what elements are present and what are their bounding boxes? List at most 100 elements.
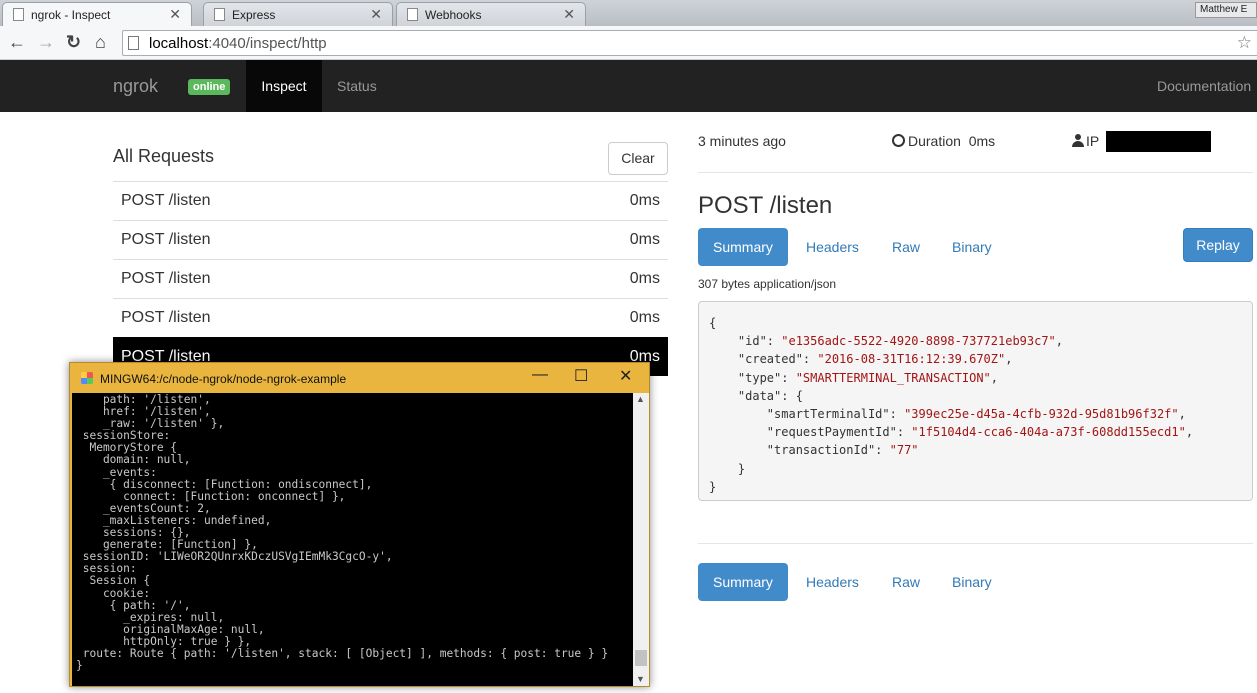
page-icon bbox=[407, 8, 418, 21]
clear-button[interactable]: Clear bbox=[608, 142, 668, 175]
page-icon bbox=[128, 36, 139, 50]
ngrok-navbar: ngrok online Inspect Status Documentatio… bbox=[0, 60, 1257, 112]
request-body-json: { "id": "e1356adc-5522-4920-8898-737721e… bbox=[698, 301, 1253, 501]
terminal-line: { disconnect: [Function: ondisconnect], bbox=[76, 477, 373, 491]
page-icon bbox=[214, 8, 225, 21]
request-method-path: POST /listen bbox=[121, 231, 211, 248]
maximize-icon[interactable]: ☐ bbox=[574, 366, 588, 386]
terminal-line: Session { bbox=[76, 574, 151, 588]
duration-info: Duration 0ms bbox=[892, 133, 995, 149]
close-icon[interactable]: ✕ bbox=[370, 6, 382, 23]
tab-summary[interactable]: Summary bbox=[698, 563, 788, 601]
tab-title: ngrok - Inspect bbox=[31, 8, 111, 22]
replay-button[interactable]: Replay bbox=[1183, 228, 1253, 262]
terminal-line: sessionID: 'LIWeOR2QUnrxKDczUSVgIEmMk3Cg… bbox=[76, 550, 393, 564]
browser-tab-webhooks[interactable]: Webhooks ✕ bbox=[396, 2, 586, 26]
page-icon bbox=[13, 8, 24, 21]
nav-inspect[interactable]: Inspect bbox=[246, 60, 322, 112]
tab-binary[interactable]: Binary bbox=[952, 228, 992, 266]
divider bbox=[698, 172, 1253, 173]
tab-headers[interactable]: Headers bbox=[806, 228, 859, 266]
terminal-line: _expires: null, bbox=[76, 610, 225, 624]
terminal-scrollbar[interactable]: ▲ ▼ bbox=[633, 393, 649, 686]
user-icon bbox=[1072, 134, 1084, 147]
json-smart-terminal-id: "399ec25e-d45a-4cfb-932d-95d81b96f32f" bbox=[904, 407, 1179, 422]
browser-tab-ngrok-inspect[interactable]: ngrok - Inspect ✕ bbox=[2, 2, 192, 26]
request-method-path: POST /listen bbox=[121, 270, 211, 287]
ip-redacted bbox=[1106, 131, 1211, 152]
url-host: localhost bbox=[149, 35, 209, 52]
request-time-ago: 3 minutes ago bbox=[698, 133, 786, 149]
request-method-path: POST /listen bbox=[121, 192, 211, 209]
reload-icon[interactable]: ↻ bbox=[66, 32, 81, 53]
ip-label: IP bbox=[1086, 133, 1100, 149]
tab-title: Express bbox=[232, 8, 276, 22]
terminal-text: path: '/listen', href: '/listen', _raw: … bbox=[76, 393, 609, 673]
request-row[interactable]: POST /listen 0ms bbox=[113, 181, 668, 220]
home-icon[interactable]: ⌂ bbox=[95, 32, 106, 53]
tab-binary[interactable]: Binary bbox=[952, 563, 992, 601]
terminal-line: _events: bbox=[76, 465, 157, 479]
request-meta: 307 bytes application/json bbox=[698, 277, 837, 291]
all-requests-title: All Requests bbox=[113, 146, 215, 166]
nav-status[interactable]: Status bbox=[337, 78, 377, 94]
terminal-output[interactable]: path: '/listen', href: '/listen', _raw: … bbox=[72, 393, 649, 686]
json-request-payment-id: "1f5104d4-cca6-404a-a73f-608dd155ecd1" bbox=[911, 425, 1186, 440]
terminal-line: } bbox=[76, 659, 83, 673]
status-badge: online bbox=[188, 79, 231, 95]
request-duration: 0ms bbox=[629, 192, 660, 209]
star-icon[interactable]: ☆ bbox=[1237, 33, 1252, 53]
terminal-line: cookie: bbox=[76, 586, 151, 600]
duration-label: Duration bbox=[908, 133, 961, 149]
divider bbox=[698, 543, 1253, 544]
tab-headers[interactable]: Headers bbox=[806, 563, 859, 601]
browser-tab-express[interactable]: Express ✕ bbox=[203, 2, 393, 26]
url-path: :4040/inspect/http bbox=[208, 35, 327, 52]
browser-tab-strip: ngrok - Inspect ✕ Express ✕ Webhooks ✕ M… bbox=[0, 0, 1257, 26]
request-tabs: Summary Headers Raw Binary bbox=[698, 228, 1038, 266]
minimize-icon[interactable]: — bbox=[532, 366, 548, 384]
forward-arrow-icon[interactable]: → bbox=[37, 32, 55, 53]
tab-summary[interactable]: Summary bbox=[698, 228, 788, 266]
scroll-thumb[interactable] bbox=[635, 650, 647, 666]
request-list: POST /listen 0ms POST /listen 0ms POST /… bbox=[113, 181, 668, 376]
terminal-window[interactable]: MINGW64:/c/node-ngrok/node-ngrok-example… bbox=[69, 362, 650, 687]
terminal-title-bar[interactable]: MINGW64:/c/node-ngrok/node-ngrok-example… bbox=[70, 363, 649, 393]
response-tabs: Summary Headers Raw Binary bbox=[698, 563, 1038, 601]
json-transaction-id: "77" bbox=[889, 443, 919, 458]
brand-logo[interactable]: ngrok bbox=[113, 76, 158, 97]
json-created: "2016-08-31T16:12:39.670Z" bbox=[817, 352, 1006, 367]
terminal-line: { path: '/', bbox=[76, 598, 191, 612]
request-row[interactable]: POST /listen 0ms bbox=[113, 298, 668, 337]
request-duration: 0ms bbox=[629, 309, 660, 326]
url-text[interactable]: localhost:4040/inspect/http bbox=[149, 35, 327, 52]
tab-raw[interactable]: Raw bbox=[892, 228, 920, 266]
close-icon[interactable]: ✕ bbox=[563, 6, 575, 23]
scroll-down-icon[interactable]: ▼ bbox=[636, 674, 645, 684]
tab-title: Webhooks bbox=[425, 8, 482, 22]
nav-documentation[interactable]: Documentation bbox=[1157, 78, 1251, 94]
profile-button[interactable]: Matthew E bbox=[1195, 2, 1257, 18]
browser-toolbar: ← → ↻ ⌂ localhost:4040/inspect/http ☆ bbox=[0, 26, 1257, 60]
scroll-up-icon[interactable]: ▲ bbox=[636, 394, 645, 404]
json-id: "e1356adc-5522-4920-8898-737721eb93c7" bbox=[781, 334, 1056, 349]
request-title: POST /listen bbox=[698, 192, 833, 219]
terminal-title: MINGW64:/c/node-ngrok/node-ngrok-example bbox=[100, 372, 347, 386]
close-icon[interactable]: ✕ bbox=[619, 366, 632, 386]
request-duration: 0ms bbox=[629, 231, 660, 248]
request-method-path: POST /listen bbox=[121, 309, 211, 326]
mingw-icon bbox=[81, 372, 93, 384]
clock-icon bbox=[892, 134, 905, 147]
close-icon[interactable]: ✕ bbox=[169, 6, 181, 23]
address-bar[interactable]: localhost:4040/inspect/http ☆ bbox=[122, 30, 1257, 56]
back-arrow-icon[interactable]: ← bbox=[8, 32, 26, 53]
request-row[interactable]: POST /listen 0ms bbox=[113, 220, 668, 259]
terminal-line: session: bbox=[76, 562, 137, 576]
request-row[interactable]: POST /listen 0ms bbox=[113, 259, 668, 298]
terminal-line: route: Route { path: '/listen', stack: [… bbox=[76, 646, 609, 660]
request-duration: 0ms bbox=[629, 270, 660, 287]
duration-value: 0ms bbox=[968, 133, 996, 149]
tab-raw[interactable]: Raw bbox=[892, 563, 920, 601]
terminal-line: domain: null, bbox=[76, 453, 191, 467]
json-type: "SMARTTERMINAL_TRANSACTION" bbox=[795, 370, 991, 385]
